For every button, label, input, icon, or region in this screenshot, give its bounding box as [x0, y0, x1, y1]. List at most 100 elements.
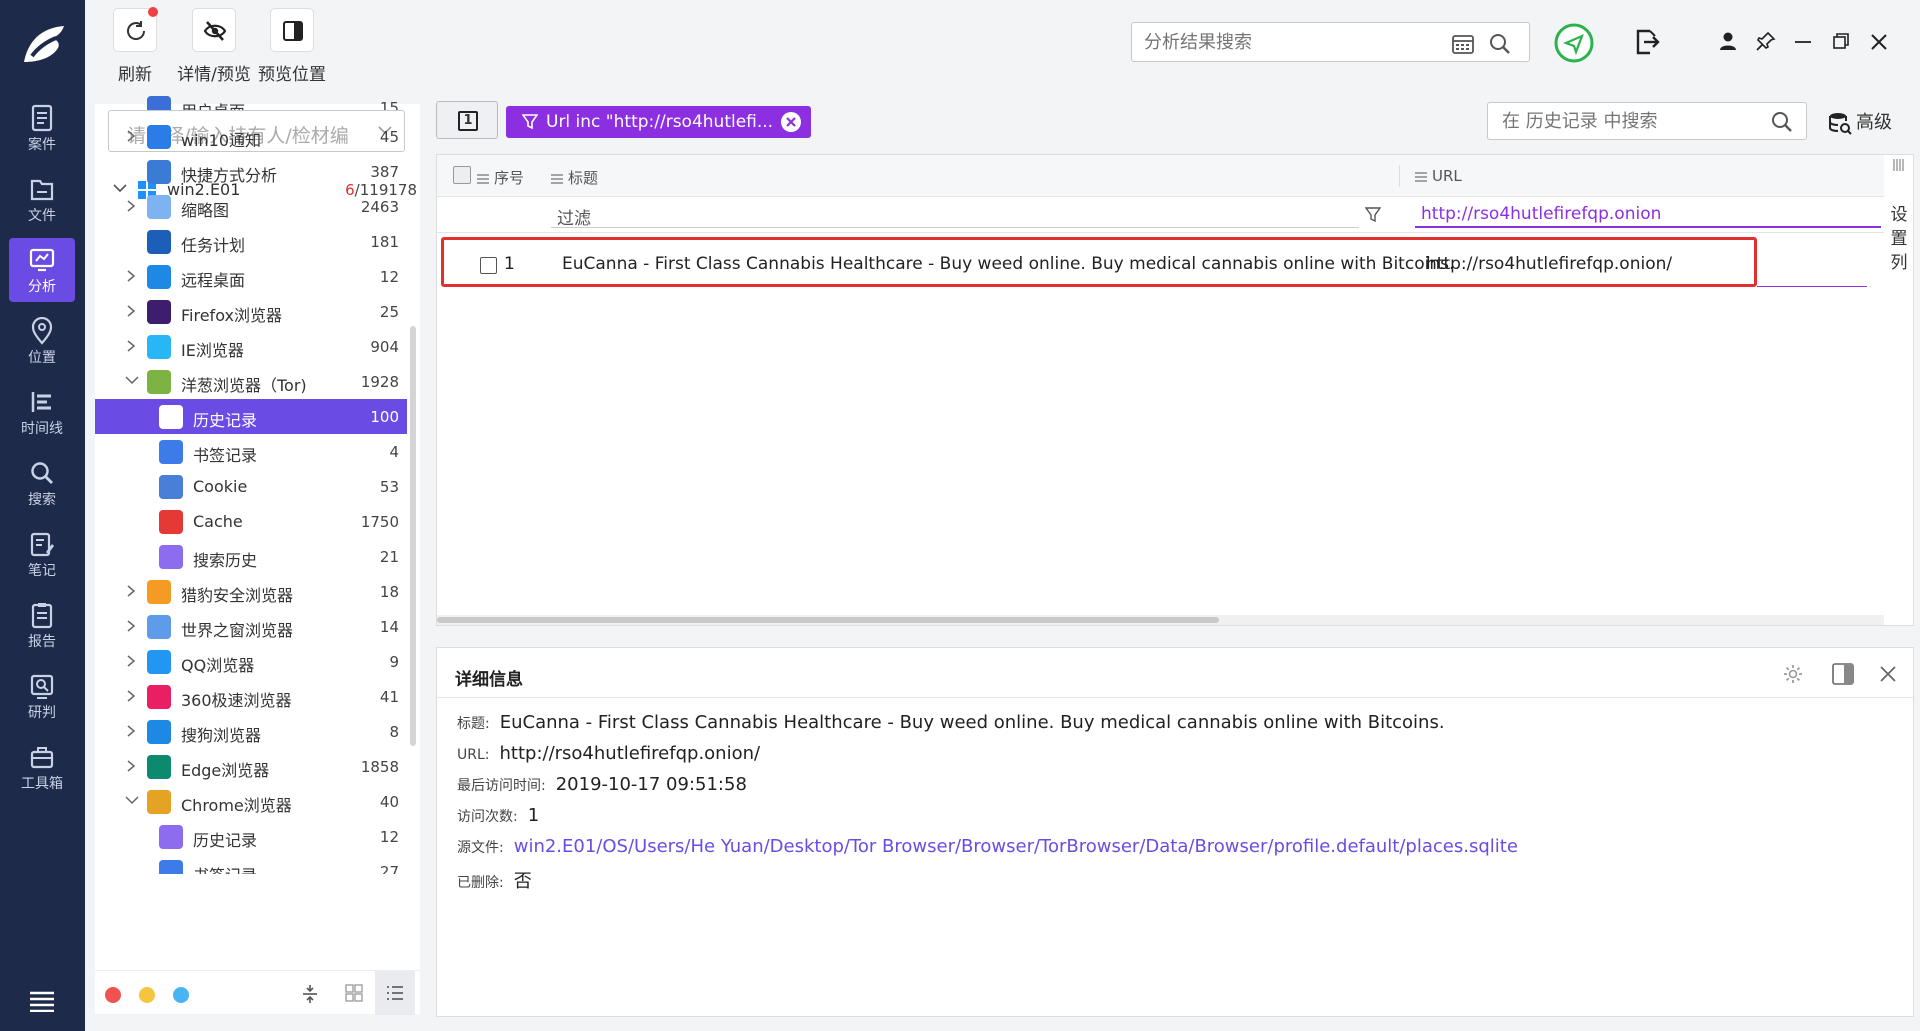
tree-item[interactable]: 用户桌面 15 — [95, 90, 407, 110]
table-row[interactable]: 1 EuCanna - First Class Cannabis Healthc… — [441, 237, 1757, 287]
horizontal-scrollbar[interactable] — [437, 615, 1887, 625]
panel-right-icon[interactable] — [1832, 663, 1854, 685]
close-icon[interactable] — [1879, 665, 1897, 683]
close-icon[interactable] — [1870, 33, 1888, 51]
filter-chip-close-icon[interactable] — [781, 112, 801, 132]
chevron-right-icon[interactable] — [125, 725, 139, 737]
tree-item[interactable]: 快捷方式分析 387 — [95, 154, 407, 189]
search-icon[interactable] — [1488, 33, 1512, 55]
url-filter-chip[interactable]: Url inc "http://rso4hutlefi... — [506, 106, 811, 138]
select-all-checkbox[interactable] — [453, 166, 471, 184]
tree-item[interactable]: 任务计划 181 — [95, 224, 407, 259]
calendar-icon[interactable] — [1451, 33, 1475, 55]
list-view-button[interactable] — [375, 971, 415, 1015]
columns-icon — [1893, 159, 1904, 171]
status-dot-blue[interactable] — [173, 987, 189, 1003]
column-header-index[interactable]: 序号 — [477, 167, 524, 188]
nav-case[interactable]: 案件 — [9, 96, 75, 160]
tree-item-label: 快捷方式分析 — [181, 166, 278, 185]
export-icon[interactable] — [1634, 28, 1660, 56]
tree-item[interactable]: Edge浏览器 1858 — [95, 749, 407, 784]
history-search-input[interactable] — [1502, 111, 1752, 132]
chevron-right-icon[interactable] — [125, 200, 139, 212]
tree-item[interactable]: QQ浏览器 9 — [95, 644, 407, 679]
nav-judgement[interactable]: 研判 — [9, 664, 75, 728]
tree-item[interactable]: Cookie 53 — [95, 469, 407, 504]
tree-item-count: 25 — [379, 303, 399, 321]
tree-item[interactable]: 缩略图 2463 — [95, 189, 407, 224]
nav-analysis[interactable]: 分析 — [9, 238, 75, 302]
nav-timeline[interactable]: 时间线 — [9, 380, 75, 444]
collapse-icon[interactable] — [301, 983, 319, 1005]
grid-view-icon[interactable] — [345, 984, 363, 1002]
user-icon[interactable] — [1719, 31, 1737, 51]
analysis-search-input[interactable] — [1144, 31, 1444, 53]
tree-item[interactable]: 搜索历史 21 — [95, 539, 407, 574]
chevron-right-icon[interactable] — [125, 760, 139, 772]
chevron-right-icon[interactable] — [125, 620, 139, 632]
chevron-right-icon[interactable] — [125, 270, 139, 282]
chevron-down-icon[interactable] — [125, 795, 139, 807]
detail-title-value: EuCanna - First Class Cannabis Healthcar… — [499, 712, 1445, 733]
nav-location[interactable]: 位置 — [9, 309, 75, 373]
tree-item[interactable]: win10通知 45 — [95, 119, 407, 154]
pin-icon[interactable] — [1756, 31, 1776, 51]
tree-item[interactable]: 360极速浏览器 41 — [95, 679, 407, 714]
nav-report[interactable]: 报告 — [9, 593, 75, 657]
chevron-right-icon[interactable] — [125, 655, 139, 667]
status-dot-red[interactable] — [105, 987, 121, 1003]
restore-icon[interactable] — [1832, 32, 1850, 50]
location-status-icon[interactable] — [1553, 22, 1595, 64]
status-dot-yellow[interactable] — [139, 987, 155, 1003]
tree-item[interactable]: 猎豹安全浏览器 18 — [95, 574, 407, 609]
history-search-box[interactable] — [1487, 102, 1807, 140]
tree-item[interactable]: 搜狗浏览器 8 — [95, 714, 407, 749]
nav-search[interactable]: 搜索 — [9, 451, 75, 515]
tree-item[interactable]: 书签记录 4 — [95, 434, 407, 469]
tree-item[interactable]: Chrome浏览器 40 — [95, 784, 407, 819]
preview-position-button[interactable]: 预览位置 — [255, 8, 329, 88]
title-filter-input[interactable]: 过滤 — [551, 202, 1359, 229]
horizontal-scroll-thumb[interactable] — [437, 617, 1219, 623]
url-filter-input[interactable]: http://rso4hutlefirefqp.onion — [1415, 202, 1881, 228]
eye-off-icon — [203, 21, 227, 41]
tree-item[interactable]: IE浏览器 904 — [95, 329, 407, 364]
chevron-down-icon[interactable] — [125, 375, 139, 387]
chevron-right-icon[interactable] — [125, 340, 139, 352]
search-icon[interactable] — [1770, 111, 1794, 133]
tree-item-label: 书签记录 — [193, 862, 257, 874]
tree-item[interactable]: 历史记录 12 — [95, 819, 407, 854]
nav-file[interactable]: 文件 — [9, 167, 75, 231]
tree-item[interactable]: Firefox浏览器 25 — [95, 294, 407, 329]
chevron-right-icon[interactable] — [125, 585, 139, 597]
column-header-title[interactable]: 标题 — [551, 167, 598, 188]
column-divider[interactable] — [1399, 165, 1400, 187]
tree-item[interactable]: 远程桌面 12 — [95, 259, 407, 294]
chevron-right-icon[interactable] — [125, 130, 139, 142]
minimize-icon[interactable] — [1794, 40, 1812, 44]
nav-notes[interactable]: 笔记 — [9, 522, 75, 586]
tree-item-count: 27 — [379, 863, 399, 874]
analysis-search-box[interactable] — [1131, 22, 1530, 62]
chevron-right-icon[interactable] — [125, 305, 139, 317]
detail-source-link[interactable]: win2.E01/OS/Users/He Yuan/Desktop/Tor Br… — [514, 836, 1518, 857]
filter-icon[interactable] — [1365, 207, 1381, 223]
tree-item[interactable]: Cache 1750 — [95, 504, 407, 539]
column-settings-button[interactable]: 设 置 列 — [1884, 154, 1914, 626]
nav-toolbox[interactable]: 工具箱 — [9, 735, 75, 799]
selected-count-button[interactable]: 1 — [436, 101, 498, 139]
row-checkbox[interactable] — [480, 257, 497, 274]
chevron-right-icon[interactable] — [125, 690, 139, 702]
gear-icon[interactable] — [1782, 663, 1804, 685]
tree-item[interactable]: 书签记录 27 — [95, 854, 407, 874]
menu-icon[interactable] — [28, 990, 56, 1012]
refresh-button[interactable]: 刷新 — [112, 7, 158, 88]
tree-scrollbar[interactable] — [410, 326, 416, 746]
column-header-url[interactable]: URL — [1415, 167, 1462, 185]
tree-item[interactable]: 历史记录 100 — [95, 399, 407, 434]
tree-item[interactable]: 洋葱浏览器（Tor) 1928 — [95, 364, 407, 399]
advanced-search-button[interactable]: 高级 — [1828, 108, 1892, 135]
detail-preview-button[interactable]: 详情/预览 — [173, 8, 255, 88]
tree-item-count: 12 — [379, 268, 399, 286]
tree-item[interactable]: 世界之窗浏览器 14 — [95, 609, 407, 644]
